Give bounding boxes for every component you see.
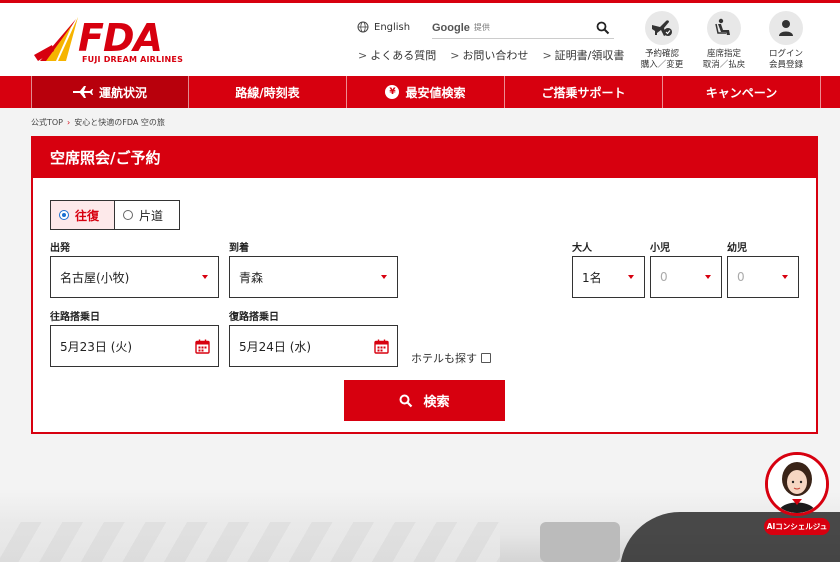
return-date-input[interactable]: 5月24日 (水) bbox=[229, 325, 398, 367]
nav-flight-status[interactable]: 運航状況 bbox=[31, 76, 189, 108]
search-icon bbox=[399, 394, 413, 407]
logo-subtitle: FUJI DREAM AIRLINES bbox=[82, 55, 184, 64]
arrival-label: 到着 bbox=[229, 243, 249, 254]
trip-type-toggle: 往復 片道 bbox=[50, 200, 180, 230]
nav-routes-timetable[interactable]: 路線/時刻表 bbox=[189, 76, 347, 108]
breadcrumb: 公式TOP › 安心と快適のFDA 空の旅 bbox=[31, 117, 165, 128]
departure-select[interactable]: 名古屋(小牧) bbox=[50, 256, 219, 298]
adult-count-select[interactable]: 1名 bbox=[572, 256, 645, 298]
nav-campaign[interactable]: キャンペーン bbox=[663, 76, 821, 108]
concierge-avatar-icon bbox=[768, 455, 826, 513]
child-count-select[interactable]: 0 bbox=[650, 256, 722, 298]
ai-concierge-button[interactable]: AIコンシェルジュ bbox=[764, 452, 830, 538]
link-contact[interactable]: > お問い合わせ bbox=[450, 47, 528, 63]
logo-wing-icon bbox=[34, 17, 78, 61]
outbound-date-label: 往路搭乗日 bbox=[50, 312, 100, 323]
hotel-search-option[interactable]: ホテルも探す bbox=[411, 350, 491, 366]
login-button[interactable]: ログイン 会員登録 bbox=[760, 11, 812, 71]
user-icon bbox=[779, 20, 793, 36]
plane-check-icon bbox=[652, 20, 672, 36]
site-header: FDA FUJI DREAM AIRLINES English Google 提… bbox=[0, 0, 840, 76]
infant-label: 幼児 bbox=[727, 243, 747, 254]
chevron-right-icon: › bbox=[67, 118, 71, 127]
header-icon-menu: 予約確認 購入／変更 座席指定 取消／払戻 ログイン 会員登録 bbox=[636, 11, 812, 71]
outbound-date-input[interactable]: 5月23日 (火) bbox=[50, 325, 219, 367]
return-date-label: 復路搭乗日 bbox=[229, 312, 279, 323]
departure-label: 出発 bbox=[50, 243, 70, 254]
radio-empty-icon bbox=[123, 210, 133, 220]
nav-lowest-fare[interactable]: ¥ 最安値検索 bbox=[347, 76, 505, 108]
caret-down-icon bbox=[705, 275, 711, 279]
quick-links: > よくある質問 > お問い合わせ > 証明書/領収書 bbox=[358, 47, 624, 63]
hotel-search-label: ホテルも探す bbox=[411, 352, 477, 365]
breadcrumb-top[interactable]: 公式TOP bbox=[31, 117, 63, 128]
reservation-check-button[interactable]: 予約確認 購入／変更 bbox=[636, 11, 688, 71]
site-search-input[interactable]: Google 提供 bbox=[432, 17, 614, 39]
google-brand: Google bbox=[432, 21, 470, 34]
seat-selection-button[interactable]: 座席指定 取消／払戻 bbox=[698, 11, 750, 71]
breadcrumb-current: 安心と快適のFDA 空の旅 bbox=[74, 118, 165, 127]
logo-text: FDA bbox=[78, 16, 163, 60]
globe-icon bbox=[357, 21, 369, 33]
caret-down-icon bbox=[202, 275, 208, 279]
language-switch[interactable]: English bbox=[357, 21, 410, 33]
yen-icon: ¥ bbox=[385, 85, 400, 99]
chevron-right-icon: > bbox=[450, 49, 460, 62]
language-label: English bbox=[374, 21, 411, 33]
infant-count-select[interactable]: 0 bbox=[727, 256, 799, 298]
chevron-right-icon: > bbox=[542, 49, 552, 62]
trip-one-way-radio[interactable]: 片道 bbox=[115, 200, 180, 230]
radio-selected-icon bbox=[59, 210, 69, 220]
fda-logo[interactable]: FDA FUJI DREAM AIRLINES bbox=[32, 16, 183, 67]
search-button[interactable]: 検索 bbox=[344, 380, 505, 421]
calendar-icon[interactable] bbox=[374, 339, 389, 354]
trip-round-trip-radio[interactable]: 往復 bbox=[50, 200, 115, 230]
caret-down-icon bbox=[628, 275, 634, 279]
chevron-right-icon: > bbox=[358, 49, 368, 62]
calendar-icon[interactable] bbox=[195, 339, 210, 354]
concierge-avatar bbox=[765, 452, 829, 516]
arrival-select[interactable]: 青森 bbox=[229, 256, 398, 298]
caret-down-icon bbox=[381, 275, 387, 279]
link-receipt[interactable]: > 証明書/領収書 bbox=[542, 47, 624, 63]
plane-icon bbox=[72, 86, 93, 98]
booking-panel-title: 空席照会/ご予約 bbox=[33, 138, 816, 178]
hotel-search-checkbox[interactable] bbox=[481, 353, 491, 363]
google-brand-sub: 提供 bbox=[473, 23, 490, 32]
background-photo bbox=[0, 492, 840, 562]
ai-concierge-label: AIコンシェルジュ bbox=[764, 518, 830, 535]
seat-icon bbox=[715, 18, 730, 35]
adult-label: 大人 bbox=[572, 243, 592, 254]
booking-panel: 空席照会/ご予約 往復 片道 出発 名古屋(小牧) 到着 青森 大人 1名 小児… bbox=[31, 136, 818, 434]
search-icon[interactable] bbox=[596, 21, 610, 35]
link-faq[interactable]: > よくある質問 bbox=[358, 47, 436, 63]
child-label: 小児 bbox=[650, 243, 670, 254]
main-nav: 運航状況 路線/時刻表 ¥ 最安値検索 ご搭乗サポート キャンペーン bbox=[0, 76, 840, 108]
caret-down-icon bbox=[782, 275, 788, 279]
nav-boarding-support[interactable]: ご搭乗サポート bbox=[505, 76, 663, 108]
